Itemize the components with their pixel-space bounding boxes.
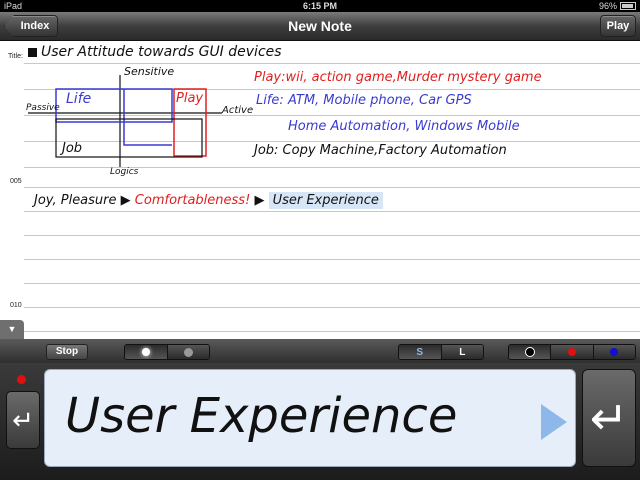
axis-active: Active [222,105,254,116]
clock: 6:15 PM [302,1,337,11]
play-triangle-icon[interactable] [541,404,567,440]
life-box-extension [123,89,172,146]
color-black-option[interactable] [509,345,552,359]
triangle-down-icon: ▼ [7,324,17,334]
axis-passive: Passive [26,103,60,113]
navigation-bar: Index New Note Play [0,12,640,41]
quadrant-life: Life [66,91,92,107]
pen-thick-option[interactable] [167,345,209,359]
pen-thin-option[interactable] [125,345,168,359]
exclamation-icon: ! [245,193,251,208]
axis-sensitive: Sensitive [124,65,175,78]
red-color-dot-icon [567,348,576,356]
size-segment[interactable]: S L [398,344,484,360]
thin-dot-icon [141,348,150,356]
color-red-option[interactable] [551,345,594,359]
arrow-right-icon: ▶ [120,193,131,208]
return-arrow-icon: ↵ [12,405,34,435]
life-examples: Life: ATM, Mobile phone, Car GPS [256,93,472,108]
selected-text-highlight[interactable]: User Experience [268,192,383,209]
comfortableness-text: Comfortableness [134,193,246,208]
size-small-option[interactable]: S [399,345,442,359]
handwriting-input-pad[interactable]: User Experience [44,369,576,467]
battery-icon [620,2,636,10]
battery-percent: 96% [598,1,617,11]
thick-dot-icon [183,347,193,357]
play-button[interactable]: Play [600,15,636,37]
job-examples: Job: Copy Machine,Factory Automation [254,143,507,158]
page-title: New Note [288,18,352,34]
life-examples-continued: Home Automation, Windows Mobile [288,119,520,134]
collapse-panel-button[interactable]: ▼ [0,320,24,339]
stop-button[interactable]: Stop [46,344,88,360]
handwriting-input-text: User Experience [65,388,458,444]
black-color-dot-icon [524,347,535,357]
quadrant-job: Job [62,141,83,156]
note-canvas[interactable]: Title: 005 010 User Attitude towards GUI… [0,41,640,339]
pen-toolbar: Stop S L [0,339,640,363]
recording-indicator-icon [17,375,26,384]
pen-color-segment[interactable] [508,344,636,360]
return-button[interactable]: ↵ [6,391,40,449]
color-blue-option[interactable] [593,345,635,359]
blue-color-dot-icon [610,348,619,356]
quadrant-diagram [28,75,222,167]
axis-logics: Logics [110,167,139,177]
arrow-right-icon: ▶ [254,193,265,208]
joy-pleasure-text: Joy, Pleasure [34,193,117,208]
enter-button[interactable]: ↵ [582,369,636,467]
enter-arrow-icon: ↵ [589,392,629,444]
handwriting-panel: ↵ User Experience ↵ [0,363,640,480]
quadrant-play: Play [176,91,204,106]
play-examples: Play:wii, action game,Murder mystery gam… [254,70,542,85]
battery-status: 96% [599,0,636,12]
ux-sentence: Joy, Pleasure ▶ Comfortableness! ▶ User … [34,192,383,209]
pen-thickness-segment[interactable] [124,344,210,360]
size-large-option[interactable]: L [441,345,483,359]
status-bar: iPad 6:15 PM 96% [0,0,640,12]
